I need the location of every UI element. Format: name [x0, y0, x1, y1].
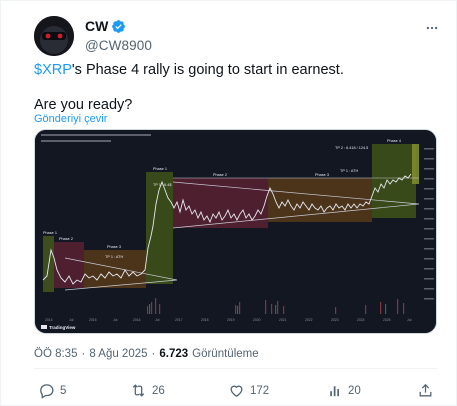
- x-tick: 2023: [331, 318, 339, 322]
- repost-button[interactable]: 26: [130, 382, 165, 399]
- phase-label-2: Phase 2: [59, 237, 73, 241]
- phase-label-5: Phase 2: [213, 173, 227, 177]
- x-tick: 2014: [45, 318, 53, 322]
- views-label: Görüntüleme: [192, 348, 259, 360]
- tweet-card[interactable]: CW @CW8900 $XRP's Phase 4 rally is going…: [0, 0, 457, 406]
- tp-label-4: TP 2 : 6.418 / 124.5: [335, 146, 368, 150]
- cashtag-link[interactable]: $XRP: [34, 62, 72, 78]
- repost-icon: [132, 384, 145, 397]
- tweet-text: $XRP's Phase 4 rally is going to start i…: [34, 61, 344, 80]
- bookmark-button[interactable]: 20: [326, 382, 361, 399]
- share-icon: [419, 383, 432, 397]
- x-tick: 2015: [89, 318, 97, 322]
- chart-image[interactable]: Phase 1 Phase 2 Phase 3 Phase 1 Phase 2 …: [34, 129, 437, 334]
- like-icon: [230, 385, 243, 397]
- x-tick: 2021: [279, 318, 287, 322]
- x-tick: Jul: [155, 318, 160, 322]
- more-icon[interactable]: [425, 21, 439, 35]
- views-count: 6.723: [159, 348, 189, 360]
- x-tick: 2019: [227, 318, 235, 322]
- tweet-date[interactable]: 8 Ağu 2025: [89, 348, 147, 360]
- phase-label-1: Phase 1: [43, 231, 57, 235]
- bookmark-count: 20: [348, 384, 361, 397]
- tweet-text-rest: 's Phase 4 rally is going to start in ea…: [71, 62, 344, 78]
- phase-2b-zone: [173, 178, 268, 228]
- phase-label-3: Phase 3: [107, 245, 121, 249]
- reply-icon: [40, 384, 54, 399]
- x-tick: 2016: [133, 318, 141, 322]
- display-name[interactable]: CW: [85, 18, 108, 34]
- x-tick: 2022: [305, 318, 313, 322]
- phase-label-6: Phase 3: [315, 173, 329, 177]
- author-block: CW @CW8900: [85, 17, 152, 53]
- watermark: TradingView: [49, 325, 76, 330]
- repost-count: 26: [152, 384, 165, 397]
- meta-separator: ·: [81, 348, 86, 360]
- divider: [34, 368, 437, 369]
- x-tick: 2024: [357, 318, 365, 322]
- like-count: 172: [250, 384, 270, 397]
- x-tick: 2020: [253, 318, 261, 322]
- x-tick: 2018: [201, 318, 209, 322]
- tweet-meta: ÖÖ 8:35 · 8 Ağu 2025 · 6.723 Görüntüleme: [34, 348, 259, 360]
- reply-button[interactable]: 5: [38, 382, 66, 399]
- name-row: CW: [85, 17, 152, 35]
- avatar[interactable]: [34, 16, 74, 56]
- share-button[interactable]: [417, 382, 434, 399]
- x-tick: Jul: [407, 318, 412, 322]
- translate-link[interactable]: Gönderiyi çevir: [34, 113, 107, 125]
- tp-label-2: TP 1 : ATH: [340, 169, 358, 173]
- x-tick: Jul: [113, 318, 118, 322]
- like-button[interactable]: 172: [228, 382, 269, 399]
- action-bar: 5 26 172 20: [34, 382, 437, 402]
- reply-count: 5: [60, 384, 67, 397]
- bookmark-icon: [330, 386, 340, 397]
- phase-label-4: Phase 1: [153, 167, 167, 171]
- x-tick: 2025: [383, 318, 391, 322]
- phase-3b-zone: [268, 178, 372, 222]
- x-tick: 2017: [175, 318, 183, 322]
- x-tick: Jul: [69, 318, 74, 322]
- phase-label-7: Phase 4: [387, 139, 401, 143]
- price-axis: [422, 144, 436, 314]
- tp-label-3: TP 1 : 6.4$: [153, 183, 172, 187]
- verified-icon: [112, 19, 126, 33]
- tweet-text-line2: Are you ready?: [34, 97, 133, 113]
- tweet-time[interactable]: ÖÖ 8:35: [34, 348, 77, 360]
- tp-label-1: TP 1 : ATH: [105, 255, 123, 259]
- handle[interactable]: @CW8900: [85, 38, 152, 53]
- meta-separator: ·: [151, 348, 156, 360]
